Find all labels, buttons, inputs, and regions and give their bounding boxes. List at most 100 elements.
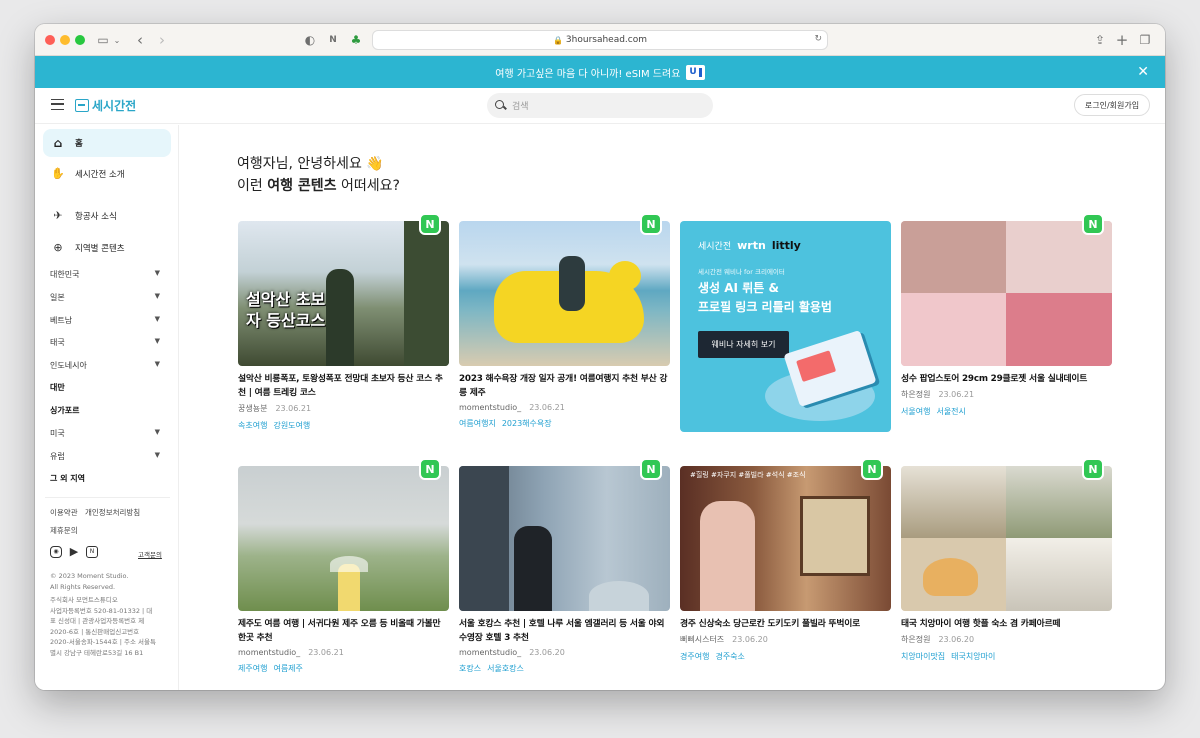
- close-icon[interactable]: ✕: [1137, 64, 1149, 80]
- card-author[interactable]: 하은정원: [901, 635, 930, 644]
- card-thumbnail: [459, 466, 670, 611]
- forward-icon[interactable]: ›: [155, 30, 169, 50]
- caret-down-icon: ▼: [154, 428, 160, 436]
- search-icon: [495, 99, 507, 112]
- map-icon: ⊕: [53, 241, 63, 254]
- ad-note: 세시간전 웨비나 for 크리에이터: [698, 268, 785, 276]
- site-logo[interactable]: 세시간전: [75, 97, 136, 114]
- webinar-ad[interactable]: 세시간전 wrtn littly 세시간전 웨비나 for 크리에이터 생성 A…: [680, 221, 891, 432]
- card-tag[interactable]: 경주여행: [680, 652, 709, 661]
- card-date: 23.06.21: [275, 404, 312, 413]
- greeting: 여행자님, 안녕하세요 👋 이런 여행 콘텐츠 어떠세요?: [237, 156, 400, 194]
- content-card[interactable]: N 태국 치앙마이 여행 핫플 숙소 겸 카페아르떼 하은정원 23.06.20 …: [901, 458, 1112, 662]
- content-card[interactable]: N 설악산 초보자 등산코스 설악산 비룡폭포, 토왕성폭포 전망대 초보자 등…: [238, 213, 449, 431]
- notion-icon[interactable]: N: [326, 30, 340, 50]
- region-singapore[interactable]: 싱가포르: [50, 405, 160, 416]
- instagram-icon[interactable]: ◉: [50, 546, 62, 558]
- privacy-link[interactable]: 개인정보처리방침: [85, 507, 140, 518]
- card-author[interactable]: momentstudio_: [459, 648, 521, 657]
- content-card[interactable]: N 2023 해수욕장 개장 일자 공개! 여름여행지 추천 부산 강릉 제주 …: [459, 213, 670, 429]
- card-title[interactable]: 성수 팝업스토어 29cm 29클로젯 서울 실내데이트: [901, 372, 1112, 386]
- share-icon[interactable]: ⇪: [1093, 30, 1107, 50]
- card-tag[interactable]: 서울여행: [901, 407, 930, 416]
- new-badge: N: [419, 213, 441, 235]
- card-author[interactable]: momentstudio_: [238, 648, 300, 657]
- back-icon[interactable]: ‹: [133, 30, 147, 50]
- region-indonesia[interactable]: 인도네시아 ▼: [50, 360, 160, 371]
- card-tag[interactable]: 태국치앙마이: [951, 652, 995, 661]
- thumbnail-caption: 설악산 초보자 등산코스: [246, 290, 326, 330]
- card-title[interactable]: 설악산 비룡폭포, 토왕성폭포 전망대 초보자 등산 코스 추천 | 여름 트레…: [238, 372, 449, 400]
- card-title[interactable]: 태국 치앙마이 여행 핫플 숙소 겸 카페아르떼: [901, 617, 1112, 631]
- minimize-window-button[interactable]: [60, 35, 70, 45]
- region-taiwan[interactable]: 대만: [50, 382, 160, 393]
- region-vietnam[interactable]: 베트남 ▼: [50, 315, 160, 326]
- region-usa[interactable]: 미국 ▼: [50, 428, 160, 439]
- copyright: © 2023 Moment Studio. All Rights Reserve…: [50, 572, 129, 591]
- shield-icon[interactable]: ◐: [303, 30, 317, 50]
- partnership-link[interactable]: 제휴문의: [50, 525, 78, 536]
- login-button[interactable]: 로그인/회원가입: [1074, 94, 1150, 116]
- card-tag[interactable]: 강원도여행: [273, 421, 310, 430]
- extension-icon[interactable]: ♣: [349, 30, 363, 50]
- content-card[interactable]: N #힐링 #자쿠지 #풀빌라 #석식 #조식 경주 신상숙소 당근로칸 도키도…: [680, 458, 891, 662]
- content-card[interactable]: N 제주도 여름 여행 | 서귀다원 제주 오름 등 비올때 가볼만 한곳 추천…: [238, 458, 449, 674]
- new-badge: N: [1082, 213, 1104, 235]
- sidebar-item-regional[interactable]: ⊕ 지역별 콘텐츠: [51, 241, 124, 255]
- promo-banner[interactable]: 여행 가고싶은 마음 다 아니까! eSIM 드려요 U ✕: [35, 56, 1165, 88]
- sidebar: ⌂ 홈 ✋ 세시간전 소개 ✈ 항공사 소식 ⊕ 지역별 콘텐츠 대한민국 ▼ 일…: [35, 125, 179, 690]
- region-europe[interactable]: 유럽 ▼: [50, 451, 160, 462]
- new-badge: N: [861, 458, 883, 480]
- terms-link[interactable]: 이용약관: [50, 507, 78, 518]
- sidebar-toggle-icon[interactable]: ▭: [95, 30, 111, 50]
- card-tag[interactable]: 여름제주: [273, 664, 302, 673]
- sidebar-item-about[interactable]: ✋ 세시간전 소개: [51, 167, 124, 181]
- home-icon: ⌂: [53, 136, 63, 150]
- caret-down-icon: ▼: [154, 269, 160, 277]
- youtube-icon[interactable]: ▶: [68, 546, 80, 558]
- card-author[interactable]: 꿍생뇽분: [238, 404, 267, 413]
- card-title[interactable]: 제주도 여름 여행 | 서귀다원 제주 오름 등 비올때 가볼만 한곳 추천: [238, 617, 449, 645]
- region-korea[interactable]: 대한민국 ▼: [50, 269, 160, 280]
- new-tab-icon[interactable]: +: [1115, 30, 1129, 50]
- banner-text: 여행 가고싶은 마음 다 아니까! eSIM 드려요: [495, 68, 681, 80]
- card-tag[interactable]: 속초여행: [238, 421, 267, 430]
- card-author[interactable]: 하은정원: [901, 390, 930, 399]
- content-card[interactable]: N 성수 팝업스토어 29cm 29클로젯 서울 실내데이트 하은정원 23.06…: [901, 213, 1112, 417]
- region-japan[interactable]: 일본 ▼: [50, 292, 160, 303]
- webinar-details-button[interactable]: 웨비나 자세히 보기: [698, 331, 789, 358]
- sidebar-item-home[interactable]: ⌂ 홈: [43, 129, 171, 157]
- content-card[interactable]: N 서울 호캉스 추천 | 호텔 나루 서울 엠갤러리 등 서울 야외수영장 호…: [459, 458, 670, 674]
- menu-icon[interactable]: [51, 99, 64, 110]
- card-tag[interactable]: 2023해수욕장: [502, 419, 552, 428]
- search-input[interactable]: 검색: [487, 93, 713, 118]
- sidebar-item-airline[interactable]: ✈ 항공사 소식: [51, 209, 116, 223]
- ad-title: 생성 AI 뤼튼 & 프로필 링크 리틀리 활용법: [698, 281, 832, 314]
- notion-icon[interactable]: N: [86, 546, 98, 558]
- card-author[interactable]: momentstudio_: [459, 403, 521, 412]
- region-thailand[interactable]: 태국 ▼: [50, 337, 160, 348]
- card-tag[interactable]: 여름여행지: [459, 419, 496, 428]
- card-tag[interactable]: 치앙마이맛집: [901, 652, 945, 661]
- card-author[interactable]: 뻐삐시스터즈: [680, 635, 724, 644]
- zoom-window-button[interactable]: [75, 35, 85, 45]
- card-tag[interactable]: 서울호캉스: [487, 664, 524, 673]
- card-title[interactable]: 서울 호캉스 추천 | 호텔 나루 서울 엠갤러리 등 서울 야외수영장 호텔 …: [459, 617, 670, 645]
- card-tag[interactable]: 경주숙소: [715, 652, 744, 661]
- tabs-overview-icon[interactable]: ❐: [1138, 30, 1152, 50]
- card-date: 23.06.21: [529, 403, 565, 412]
- region-other[interactable]: 그 외 지역: [50, 473, 160, 484]
- card-title[interactable]: 2023 해수욕장 개장 일자 공개! 여름여행지 추천 부산 강릉 제주: [459, 372, 670, 400]
- chevron-down-icon[interactable]: ⌄: [113, 30, 121, 50]
- customer-service-link[interactable]: 고객문의: [138, 549, 162, 559]
- card-thumbnail: #힐링 #자쿠지 #풀빌라 #석식 #조식: [680, 466, 891, 611]
- close-window-button[interactable]: [45, 35, 55, 45]
- card-title[interactable]: 경주 신상숙소 당근로칸 도키도키 풀빌라 뚜벅이로: [680, 617, 891, 631]
- social-links: ◉ ▶ N: [50, 546, 98, 558]
- caret-down-icon: ▼: [154, 451, 160, 459]
- card-tag[interactable]: 호캉스: [459, 664, 481, 673]
- card-tag[interactable]: 서울전시: [936, 407, 965, 416]
- card-tag[interactable]: 제주여행: [238, 664, 267, 673]
- reload-icon[interactable]: ↻: [814, 34, 822, 44]
- address-bar[interactable]: 🔒 3hoursahead.com ↻: [372, 30, 828, 50]
